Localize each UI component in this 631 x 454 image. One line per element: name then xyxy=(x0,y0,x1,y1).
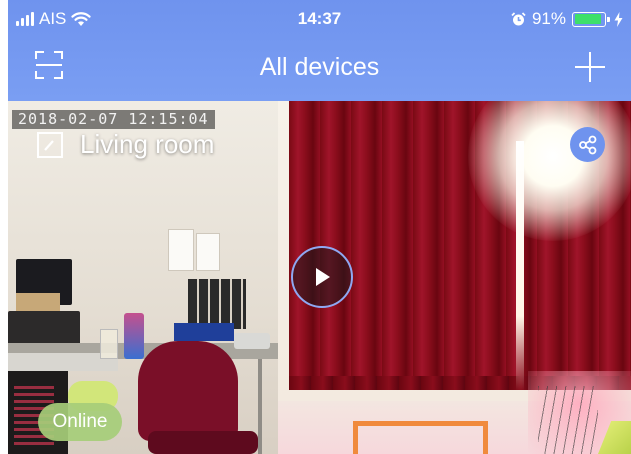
highlight-box xyxy=(353,421,488,454)
online-status-badge: Online xyxy=(38,403,122,441)
status-bar-right: 91% xyxy=(511,9,623,29)
play-button[interactable] xyxy=(291,246,353,308)
app-header: AIS 14:37 91% All devices xyxy=(8,0,631,101)
page-title: All devices xyxy=(259,53,380,81)
status-bar: AIS 14:37 91% xyxy=(8,0,631,36)
camera-preview-card[interactable]: 2018-02-07 12:15:04 Living room Online xyxy=(8,101,631,454)
video-timestamp: 2018-02-07 12:15:04 xyxy=(12,110,215,129)
add-device-button[interactable] xyxy=(573,50,607,84)
alarm-icon xyxy=(511,11,526,25)
battery-fill xyxy=(574,14,601,24)
share-button[interactable] xyxy=(570,127,605,162)
device-name[interactable]: Living room xyxy=(80,129,214,160)
play-icon xyxy=(316,268,330,286)
share-icon xyxy=(578,135,596,154)
edit-icon[interactable] xyxy=(36,131,64,159)
battery-percent: 91% xyxy=(531,9,566,28)
battery-icon xyxy=(572,11,610,27)
nav-bar: All devices xyxy=(8,36,631,101)
charging-bolt-icon xyxy=(614,11,623,27)
